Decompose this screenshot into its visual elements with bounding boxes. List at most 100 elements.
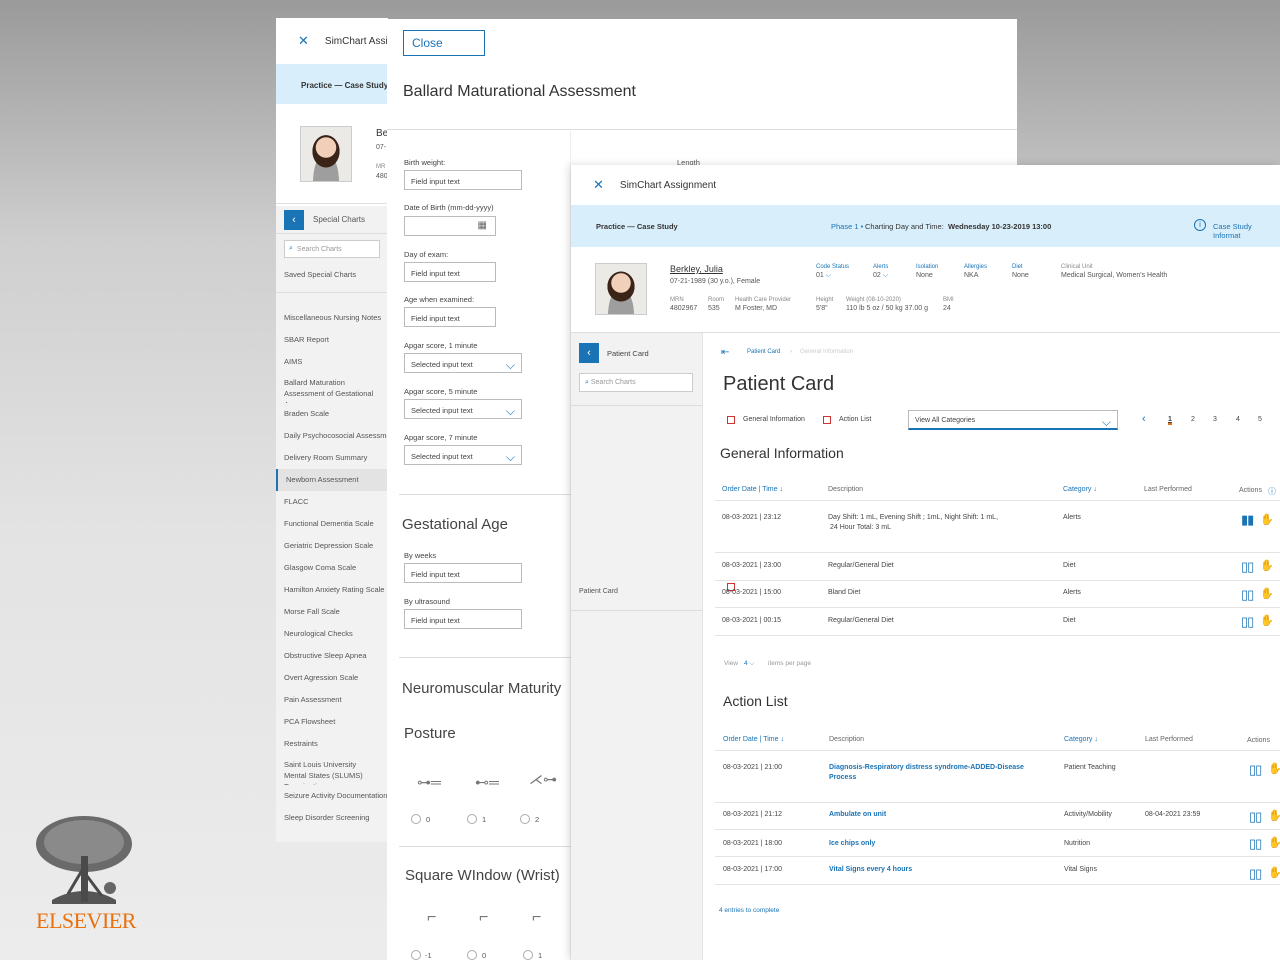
hand-icon[interactable]: ✋ <box>1268 836 1280 849</box>
list-item[interactable]: Neurological Checks <box>276 623 388 645</box>
posture-radio-1[interactable] <box>467 814 477 824</box>
wrist-radio-1[interactable] <box>467 950 477 960</box>
order-date-header[interactable]: Order Date | Time ↓ <box>722 486 783 493</box>
hand-icon[interactable]: ✋ <box>1268 809 1280 822</box>
saved-special-charts[interactable]: Saved Special Charts <box>276 264 388 293</box>
pause-icon[interactable]: ▯▯ <box>1249 809 1262 825</box>
list-item[interactable]: Restraints <box>276 733 388 755</box>
hand-icon[interactable]: ✋ <box>1260 614 1274 627</box>
hand-icon[interactable]: ✋ <box>1268 866 1280 879</box>
action-list-checkbox[interactable] <box>823 416 831 424</box>
close-icon[interactable]: ✕ <box>593 177 604 193</box>
pause-icon[interactable]: ▯▯ <box>1249 762 1262 778</box>
list-item[interactable]: Hamilton Anxiety Rating Scale <box>276 579 388 601</box>
items-per-page-select[interactable]: 4 ⌵ <box>744 660 754 668</box>
page-3[interactable]: 3 <box>1213 416 1217 423</box>
list-item[interactable]: Overt Agression Scale <box>276 667 388 689</box>
hand-icon[interactable]: ✋ <box>1260 513 1274 526</box>
list-item[interactable]: Seizure Activity Documentation <box>276 785 388 807</box>
hand-icon[interactable]: ✋ <box>1260 587 1274 600</box>
list-item[interactable]: Pain Assessment <box>276 689 388 711</box>
pause-icon[interactable]: ▯▯ <box>1241 559 1254 575</box>
breadcrumb-patient-card[interactable]: Patient Card <box>747 349 780 355</box>
hand-icon[interactable]: ✋ <box>1260 559 1274 572</box>
collapse-icon[interactable]: ⇤ <box>721 347 729 358</box>
divider <box>399 494 571 495</box>
apgar7-select[interactable]: Selected input text ⌵ <box>404 445 522 465</box>
back-button[interactable]: ‹ <box>284 209 304 230</box>
list-item[interactable]: Miscellaneous Nursing Notes <box>276 307 388 329</box>
list-item[interactable]: AIMS <box>276 351 388 373</box>
category-header[interactable]: Category ↓ <box>1063 486 1097 493</box>
apgar5-select[interactable]: Selected input text ⌵ <box>404 399 522 419</box>
wrist-radio-0[interactable] <box>411 950 421 960</box>
wrist-option-label: -1 <box>425 951 432 960</box>
list-item[interactable]: Sleep Disorder Screening <box>276 807 388 829</box>
divider <box>715 500 1280 501</box>
list-item[interactable]: Morse Fall Scale <box>276 601 388 623</box>
list-item[interactable]: Obstructive Sleep Apnea <box>276 645 388 667</box>
age-examined-field[interactable]: Field input text <box>404 307 496 327</box>
category-header[interactable]: Category ↓ <box>1064 736 1098 743</box>
table-row-category: Alerts <box>1063 514 1081 521</box>
code-status-value[interactable]: 01 ⌵ <box>816 272 831 280</box>
list-item[interactable]: SBAR Report <box>276 329 388 351</box>
close-icon[interactable]: ✕ <box>298 33 309 49</box>
category-select[interactable]: View All Categories ⌵ <box>908 410 1118 430</box>
hand-icon[interactable]: ✋ <box>1268 762 1280 775</box>
dob-field[interactable]: ▦ <box>404 216 496 236</box>
sidebar-item-patient-card[interactable]: Patient Card <box>579 588 618 595</box>
calendar-icon[interactable]: ▦ <box>478 220 487 231</box>
posture-radio-0[interactable] <box>411 814 421 824</box>
list-item[interactable]: Delivery Room Summary <box>276 447 388 469</box>
list-item[interactable]: Geriatric Depression Scale <box>276 535 388 557</box>
page-2[interactable]: 2 <box>1191 416 1195 423</box>
chevron-left-icon[interactable]: ‹ <box>1142 413 1146 425</box>
posture-radio-2[interactable] <box>520 814 530 824</box>
table-row-description-link[interactable]: Diagnosis-Respiratory distress syndrome-… <box>829 764 1024 771</box>
patient-name[interactable]: Berkley, Julia <box>670 264 723 274</box>
pause-icon[interactable]: ▯▯ <box>1241 587 1254 603</box>
table-row-description-link[interactable]: Ambulate on unit <box>829 811 886 818</box>
info-icon[interactable]: i <box>1194 219 1206 231</box>
page-1[interactable]: 1 <box>1168 416 1172 425</box>
case-study-info-link[interactable]: Case Study Informat <box>1213 222 1280 240</box>
apgar1-select[interactable]: Selected input text ⌵ <box>404 353 522 373</box>
general-info-checkbox[interactable] <box>727 416 735 424</box>
list-item[interactable]: PCA Flowsheet <box>276 711 388 733</box>
list-item-active[interactable]: Newborn Assessment <box>276 469 388 491</box>
pause-icon[interactable]: ▯▯ <box>1241 614 1254 630</box>
page-4[interactable]: 4 <box>1236 416 1240 423</box>
back-button[interactable]: ‹ <box>579 343 599 363</box>
by-ultrasound-field[interactable]: Field input text <box>404 609 522 629</box>
search-input[interactable]: ⌕ Search Charts <box>284 240 380 258</box>
table-row-description-link[interactable]: Ice chips only <box>829 840 875 847</box>
info-icon[interactable]: ⓘ <box>1268 486 1276 497</box>
close-button[interactable]: Close <box>403 30 485 56</box>
chevron-down-icon: ⌵ <box>749 660 755 667</box>
list-item[interactable]: FLACC <box>276 491 388 513</box>
wrist-radio-2[interactable] <box>523 950 533 960</box>
page-5[interactable]: 5 <box>1258 416 1262 423</box>
table-row-date: 08-03-2021 | 21:12 <box>723 811 783 818</box>
list-item[interactable]: Daily Psychocosocial Assessme <box>276 425 388 447</box>
day-exam-field[interactable]: Field input text <box>404 262 496 282</box>
order-date-header[interactable]: Order Date | Time ↓ <box>723 736 784 743</box>
list-item[interactable]: Braden Scale <box>276 403 388 425</box>
patient-header: Berkley, Julia 07-21-1989 (30 y.o.), Fem… <box>571 247 1280 333</box>
table-row-date: 08-03-2021 | 23:00 <box>722 562 782 569</box>
pause-icon[interactable]: ▯▯ <box>1249 866 1262 882</box>
window-header: ✕ SimChart Assignment <box>571 165 1280 205</box>
list-item[interactable]: Functional Dementia Scale <box>276 513 388 535</box>
list-item[interactable]: Ballard Maturation Assessment of Gestati… <box>276 373 388 403</box>
pause-icon[interactable]: ▯▯ <box>1249 836 1262 852</box>
search-input[interactable]: ⌕ Search Charts <box>579 373 693 392</box>
table-row-description-link-2[interactable]: Process <box>829 774 856 781</box>
list-item[interactable]: Saint Louis University Mental States (SL… <box>276 755 388 785</box>
table-row-description-link[interactable]: Vital Signs every 4 hours <box>829 866 912 873</box>
birth-weight-field[interactable]: Field input text <box>404 170 522 190</box>
list-item[interactable]: Glasgow Coma Scale <box>276 557 388 579</box>
pause-icon[interactable]: ▮▮ <box>1241 512 1254 528</box>
alerts-value[interactable]: 02 ⌵ <box>873 272 888 280</box>
by-weeks-field[interactable]: Field input text <box>404 563 522 583</box>
